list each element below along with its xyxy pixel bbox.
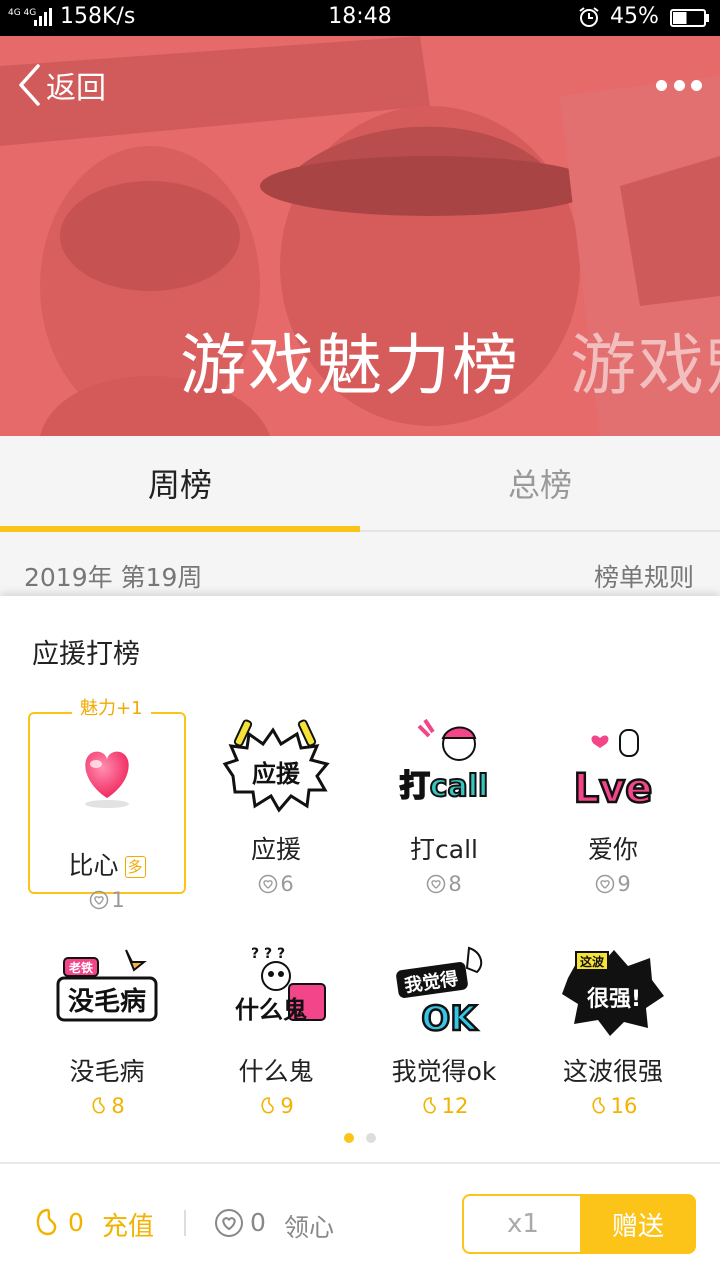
page-dot[interactable] <box>344 1133 354 1143</box>
battery-icon <box>670 9 709 27</box>
gift-name: 打call <box>410 835 478 864</box>
page-dot[interactable] <box>366 1133 376 1143</box>
ranking-tabs: 周榜 总榜 <box>0 436 720 532</box>
meimaobing-sticker-icon: 老铁 没毛病 <box>56 949 158 1022</box>
shenmegui-sticker-icon: ? ? ? 什么鬼 <box>235 946 326 1024</box>
gift-name: 爱你 <box>587 835 638 864</box>
page-indicator <box>0 1133 720 1143</box>
bottom-bar: 0 充值 0 领心 x1 赠送 <box>0 1162 720 1280</box>
battery-percent: 45% <box>610 4 659 29</box>
sticker-text: Lve <box>574 766 653 812</box>
heart-balance: 0 <box>250 1208 266 1237</box>
bean-icon <box>261 1097 275 1114</box>
gift-price: 9 <box>534 872 692 896</box>
svg-text:OK: OK <box>421 999 478 1038</box>
send-button[interactable]: 赠送 <box>580 1194 696 1254</box>
gift-shenmegui[interactable]: ? ? ? 什么鬼 什么鬼 9 <box>197 938 355 1120</box>
gift-name: 这波很强 <box>562 1057 663 1086</box>
quantity-selector[interactable]: x1 <box>462 1194 582 1254</box>
heart-gift-icon <box>85 751 129 808</box>
heart-outline-icon <box>259 874 278 894</box>
gift-price: 9 <box>197 1094 355 1118</box>
henqiang-sticker-icon: 这波 很强! <box>562 950 664 1036</box>
heart-outline-icon <box>215 1209 243 1237</box>
love-sticker-icon: Lve <box>572 729 654 813</box>
dacall-sticker-icon: 打call <box>399 718 489 805</box>
back-button[interactable]: 返回 <box>16 62 106 108</box>
back-label: 返回 <box>46 71 106 106</box>
gift-price: 8 <box>28 1094 186 1118</box>
sticker-text: 应援 <box>252 760 301 788</box>
gift-henqiang[interactable]: 这波 很强! 这波很强 16 <box>534 938 692 1120</box>
ok-sticker-icon: 我觉得 OK <box>396 946 483 1038</box>
heart-outline-icon <box>596 874 615 894</box>
sheet-title: 应援打榜 <box>32 639 140 670</box>
banner: 返回 游戏魅力榜 游戏魅 <box>0 36 720 436</box>
chevron-left-icon <box>19 64 40 106</box>
alarm-icon <box>579 7 599 27</box>
rules-link[interactable]: 榜单规则 <box>594 558 694 594</box>
gift-price: 6 <box>197 872 355 896</box>
tab-weekly[interactable]: 周榜 <box>0 436 360 530</box>
week-bar: 2019年 第19周 榜单规则 <box>0 532 720 596</box>
gift-ok[interactable]: 我觉得 OK 我觉得ok 12 <box>365 938 523 1120</box>
week-label: 2019年 第19周 <box>24 563 203 592</box>
more-icon[interactable] <box>656 76 702 94</box>
banner-title: 游戏魅力榜 <box>180 327 520 404</box>
charm-tag: 魅力+1 <box>72 694 151 720</box>
bean-icon <box>592 1097 605 1114</box>
sticker-text: 打call <box>400 769 489 804</box>
banner-title-next: 游戏魅 <box>570 327 720 404</box>
gift-name: 应援 <box>250 835 301 864</box>
bean-icon <box>36 1208 57 1236</box>
bean-icon <box>92 1097 106 1114</box>
cheer-sticker-icon: 应援 <box>222 719 330 813</box>
svg-text:很强!: 很强! <box>587 987 641 1012</box>
heart-outline-icon <box>427 874 446 894</box>
status-bar: 4G 4G 158K/s 18:48 45% <box>0 0 720 36</box>
svg-text:老铁: 老铁 <box>69 960 93 975</box>
divider <box>184 1210 186 1236</box>
gift-price: 8 <box>365 872 523 896</box>
gift-dacall[interactable]: 打call 打call 8 <box>365 716 523 898</box>
gift-bixin[interactable]: 比心多 1 <box>28 732 186 914</box>
gift-name: 什么鬼 <box>238 1057 314 1086</box>
gift-name: 比心多 <box>28 846 186 882</box>
svg-text:没毛病: 没毛病 <box>68 987 146 1017</box>
bean-icon <box>423 1097 436 1114</box>
gift-aini[interactable]: Lve 爱你 9 <box>534 716 692 898</box>
tab-overall[interactable]: 总榜 <box>360 436 720 530</box>
recharge-button[interactable]: 充值 <box>102 1206 154 1243</box>
gift-meimaobing[interactable]: 老铁 没毛病 没毛病 8 <box>28 938 186 1120</box>
svg-text:什么鬼: 什么鬼 <box>235 996 307 1024</box>
gift-price: 16 <box>534 1094 692 1118</box>
svg-text:? ? ?: ? ? ? <box>251 946 285 962</box>
gift-name: 没毛病 <box>69 1057 145 1086</box>
multi-tag: 多 <box>124 856 146 878</box>
heart-outline-icon <box>90 890 109 910</box>
collect-hearts-button[interactable]: 领心 <box>284 1208 334 1244</box>
gift-price: 12 <box>365 1094 523 1118</box>
gift-name: 我觉得ok <box>391 1057 497 1086</box>
svg-text:这波: 这波 <box>580 954 605 969</box>
bean-balance: 0 <box>68 1208 84 1237</box>
gift-price: 1 <box>28 888 186 912</box>
gift-yingyuan[interactable]: 应援 应援 6 <box>197 716 355 898</box>
